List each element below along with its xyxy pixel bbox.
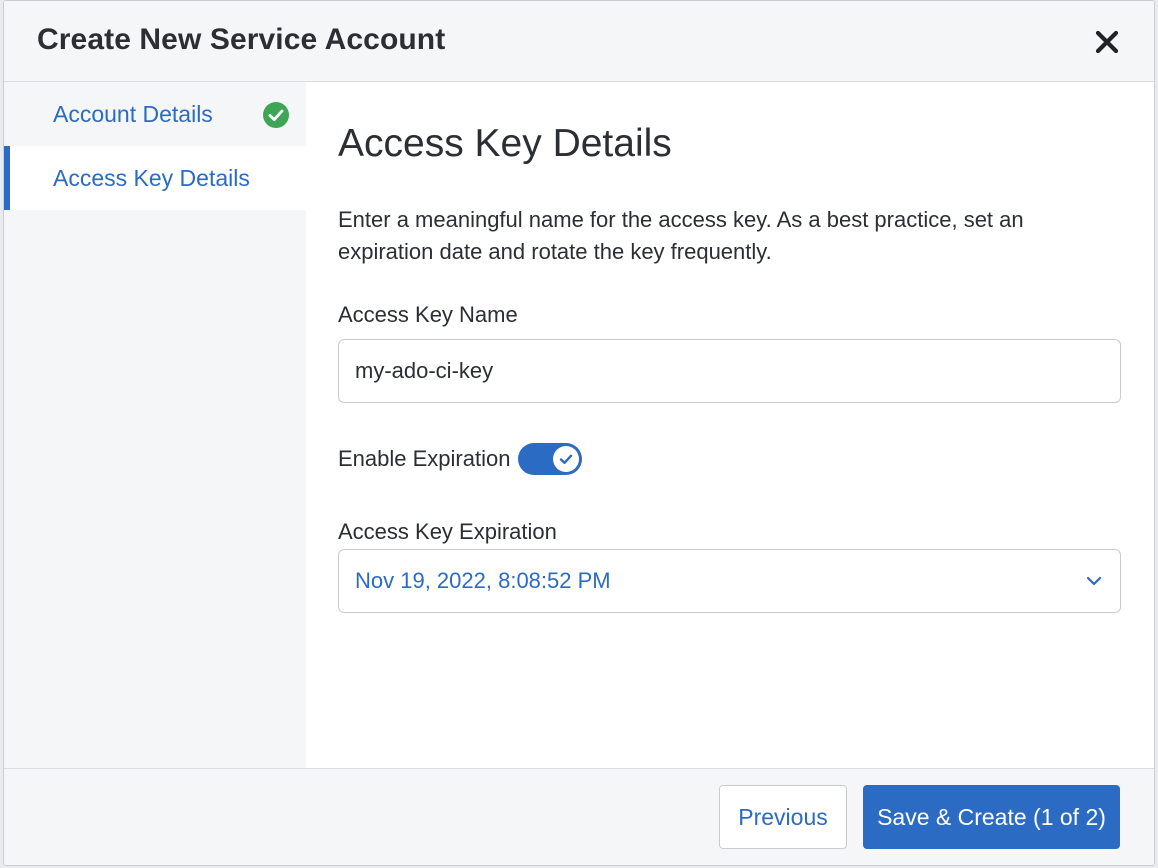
close-button[interactable] — [1090, 25, 1124, 59]
enable-expiration-toggle[interactable] — [518, 443, 583, 475]
step-content: Access Key Details Enter a meaningful na… — [306, 82, 1154, 768]
dialog-footer: Previous Save & Create (1 of 2) — [4, 768, 1154, 865]
create-service-account-dialog: Create New Service Account Account Detai… — [3, 0, 1155, 866]
chevron-down-icon — [1086, 576, 1102, 586]
toggle-knob — [553, 446, 580, 472]
access-key-expiration-select[interactable]: Nov 19, 2022, 8:08:52 PM — [338, 549, 1121, 613]
access-key-name-label: Access Key Name — [338, 302, 518, 327]
check-icon — [560, 454, 573, 464]
access-key-expiration-label: Access Key Expiration — [338, 519, 557, 544]
dialog-header: Create New Service Account — [4, 1, 1154, 82]
close-icon — [1095, 30, 1119, 54]
access-key-name-input[interactable] — [338, 339, 1121, 403]
check-circle-icon — [263, 102, 289, 128]
content-title: Access Key Details — [338, 122, 672, 165]
save-and-create-button[interactable]: Save & Create (1 of 2) — [863, 785, 1120, 849]
expiration-toggle-row: Enable Expiration — [338, 442, 583, 476]
step-label: Access Key Details — [53, 164, 250, 191]
wizard-steps-sidebar: Account Details Access Key Details — [4, 82, 306, 768]
previous-button[interactable]: Previous — [719, 785, 847, 849]
expiration-value: Nov 19, 2022, 8:08:52 PM — [355, 568, 611, 593]
enable-expiration-label: Enable Expiration — [338, 446, 511, 471]
step-label: Account Details — [53, 100, 213, 127]
dialog-title: Create New Service Account — [37, 23, 446, 56]
step-access-key-details[interactable]: Access Key Details — [4, 146, 306, 210]
content-description: Enter a meaningful name for the access k… — [338, 207, 1024, 264]
step-account-details[interactable]: Account Details — [4, 82, 306, 146]
